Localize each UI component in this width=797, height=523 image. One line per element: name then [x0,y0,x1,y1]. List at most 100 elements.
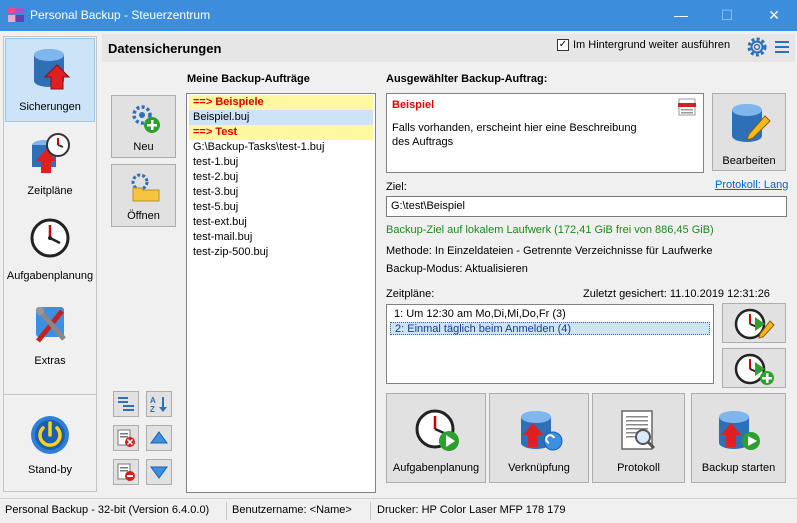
copy-list-button[interactable] [113,391,139,417]
maximize-button[interactable]: ☐ [704,0,750,31]
start-backup-label: Backup starten [701,462,776,474]
target-field[interactable]: G:\test\Beispiel [386,196,787,217]
status-version: Personal Backup - 32-bit (Version 6.4.0.… [5,504,210,516]
list-item[interactable]: test-2.buj [189,170,373,185]
add-schedule-button[interactable] [722,348,786,388]
clock-add-icon [734,353,774,385]
copy-list-icon [118,397,134,411]
window-title: Personal Backup - Steuerzentrum [30,8,211,22]
list-item[interactable]: test-zip-500.buj [189,245,373,260]
close-button[interactable]: ✕ [751,0,797,31]
list-group[interactable]: ==> Beispiele [189,95,373,110]
standby-button[interactable]: Stand-by [3,394,97,492]
new-button[interactable]: Neu [111,95,176,158]
status-separator [226,502,227,520]
app-icon [8,8,24,22]
selected-job-label: Ausgewählter Backup-Auftrag: [386,73,548,85]
job-description-box: Beispiel Falls vorhanden, erscheint hier… [386,93,704,173]
database-start-icon [719,411,760,450]
list-item[interactable]: test-ext.buj [189,215,373,230]
sidebar-item-aufgabenplanung[interactable]: Aufgabenplanung [5,208,95,292]
shortcut-label: Verknüpfung [508,462,570,474]
database-edit-icon [732,104,771,142]
clock-icon [30,218,70,258]
sidebar-item-label: Zeitpläne [27,185,73,197]
open-button[interactable]: Öffnen [111,164,176,227]
page-title: Datensicherungen [108,41,222,56]
status-bar: Personal Backup - 32-bit (Version 6.4.0.… [0,498,797,523]
list-item[interactable]: G:\Backup-Tasks\test-1.buj [189,140,373,155]
sidebar-item-label: Sicherungen [19,101,81,113]
gear-folder-icon [131,173,160,202]
arrow-down-icon [150,466,168,479]
open-label: Öffnen [127,210,160,222]
calendar-clock-icon [32,133,70,173]
tools-icon [36,307,66,343]
remove-entry-button[interactable] [113,459,139,485]
background-label: Im Hintergrund weiter ausführen [573,39,731,51]
schedule-item[interactable]: 1: Um 12:30 am Mo,Di,Mi,Do,Fr (3) [390,308,710,321]
edit-button[interactable]: Bearbeiten [712,93,786,171]
move-down-button[interactable] [146,459,172,485]
remove-list-icon [117,463,135,481]
minimize-button[interactable]: — [658,0,704,31]
task-planning-button[interactable]: Aufgabenplanung [386,393,486,483]
status-printer: Drucker: HP Color Laser MFP 178 179 [377,504,566,516]
list-item[interactable]: Beispiel.buj [189,110,373,125]
schedules-label: Zeitpläne: [386,288,435,300]
clock-run-icon [415,409,459,451]
background-checkbox[interactable]: ✓ [557,39,569,51]
status-user: Benutzername: <Name> [232,504,352,516]
jobs-label: Meine Backup-Aufträge [187,73,310,85]
target-status: Backup-Ziel auf lokalem Laufwerk (172,41… [386,224,714,236]
job-description: Falls vorhanden, erscheint hier eine Bes… [392,122,637,148]
list-item[interactable]: test-1.buj [189,155,373,170]
protocol-label: Protokoll [617,462,660,474]
document-search-icon [621,410,656,450]
title-bar: Personal Backup - Steuerzentrum — ☐ ✕ [0,0,797,31]
sidebar-item-extras[interactable]: Extras [5,293,95,377]
delete-entry-button[interactable] [113,425,139,451]
last-saved: Zuletzt gesichert: 11.10.2019 12:31:26 [583,288,770,300]
gear-add-icon [132,105,160,133]
list-item[interactable]: test-mail.buj [189,230,373,245]
power-icon [31,416,69,454]
protocol-link[interactable]: Protokoll: Lang [715,179,788,191]
sidebar-item-sicherungen[interactable]: Sicherungen [5,38,95,122]
list-item[interactable]: test-3.buj [189,185,373,200]
start-backup-button[interactable]: Backup starten [691,393,786,483]
client-area: Sicherungen Zeitpläne Aufgabenplanung Ex… [0,31,797,498]
clock-edit-icon [734,308,775,340]
schedule-item[interactable]: 2: Einmal täglich beim Anmelden (4) [390,322,710,335]
gear-icon[interactable] [745,35,769,59]
method-text: Methode: In Einzeldateien - Getrennte Ve… [386,245,713,257]
notes-icon[interactable] [677,98,697,116]
sort-az-button[interactable]: A Z [146,391,172,417]
sort-az-icon: A Z [150,396,167,413]
section-header: Datensicherungen ✓ Im Hintergrund weiter… [102,34,795,62]
task-planning-label: Aufgabenplanung [392,462,480,474]
list-item[interactable]: test-5.buj [189,200,373,215]
schedules-list[interactable]: 1: Um 12:30 am Mo,Di,Mi,Do,Fr (3) 2: Ein… [386,304,714,384]
sidebar: Sicherungen Zeitpläne Aufgabenplanung Ex… [3,36,97,413]
target-label: Ziel: [386,181,407,193]
jobs-list[interactable]: ==> Beispiele Beispiel.buj ==> Test G:\B… [186,93,376,493]
status-separator [370,502,371,520]
sidebar-item-label: Extras [34,355,66,367]
list-group[interactable]: ==> Test [189,125,373,140]
job-name: Beispiel [392,99,435,111]
sidebar-item-label: Aufgabenplanung [6,270,94,282]
standby-label: Stand-by [27,464,73,476]
edit-label: Bearbeiten [722,155,776,167]
delete-list-icon [117,429,135,447]
sidebar-item-zeitplaene[interactable]: Zeitpläne [5,123,95,207]
mode-text: Backup-Modus: Aktualisieren [386,263,528,275]
move-up-button[interactable] [146,425,172,451]
database-shortcut-icon [521,411,563,451]
database-upload-icon [34,49,71,90]
new-label: Neu [133,141,154,153]
protocol-button[interactable]: Protokoll [592,393,685,483]
shortcut-button[interactable]: Verknüpfung [489,393,589,483]
edit-schedule-button[interactable] [722,303,786,343]
menu-icon[interactable] [773,38,791,56]
